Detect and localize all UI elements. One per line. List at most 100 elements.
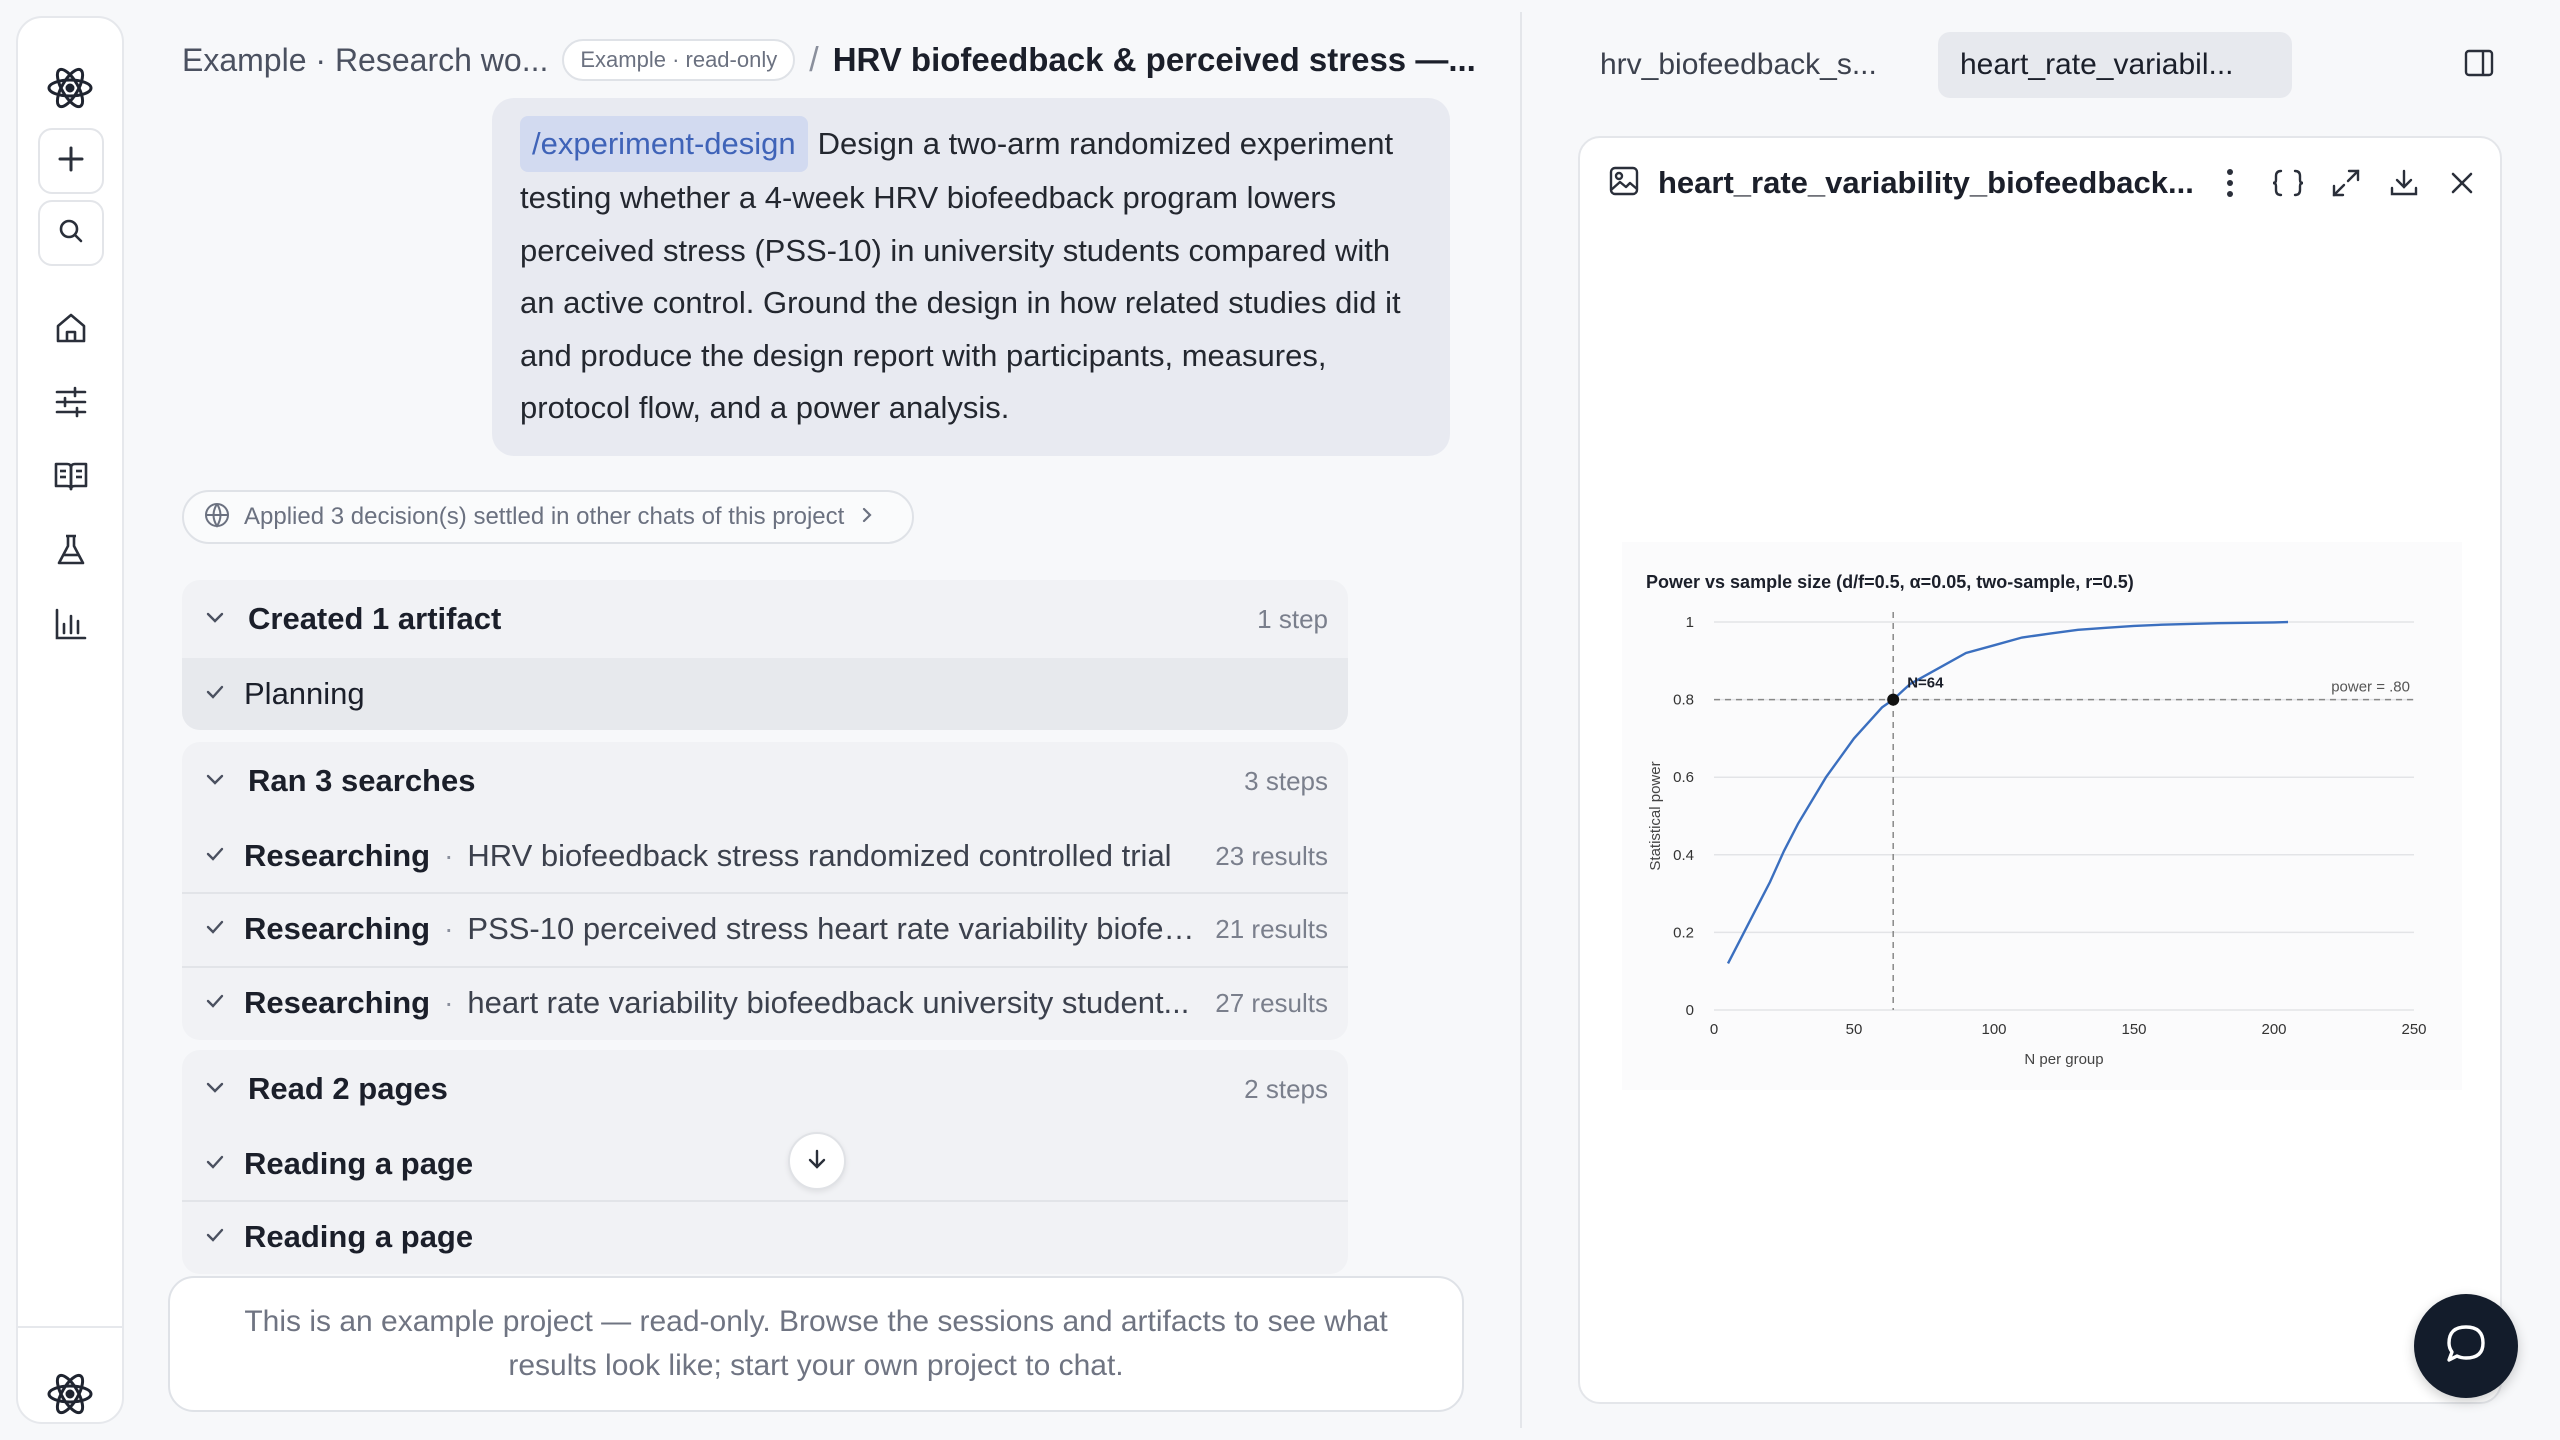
check-icon [204, 681, 226, 708]
download-icon[interactable] [2386, 165, 2422, 201]
search-query: heart rate variability biofeedback unive… [467, 985, 1190, 1020]
separator-dot: · [444, 913, 454, 944]
sidebar-panel-icon [2463, 47, 2495, 84]
step-count: 1 step [1257, 603, 1328, 634]
step-label: Researching [244, 911, 431, 946]
more-vertical-icon[interactable] [2212, 165, 2248, 201]
chart-title: Power vs sample size (d/f=0.5, α=0.05, t… [1646, 572, 2134, 592]
panel-toggle-button[interactable] [2452, 38, 2506, 92]
step-count: 3 steps [1244, 765, 1328, 796]
result-count: 21 results [1215, 913, 1328, 944]
expand-icon[interactable] [2328, 165, 2364, 201]
tab-heart-rate-variability[interactable]: heart_rate_variabil... [1938, 32, 2292, 98]
y-tick-label: 0.2 [1673, 924, 1694, 941]
step-group-title: Read 2 pages [248, 1071, 448, 1106]
step-group-header[interactable]: Ran 3 searches 3 steps [182, 742, 1348, 820]
artifact-header: heart_rate_variability_biofeedback... [1580, 138, 2500, 228]
sliders-icon [53, 384, 89, 425]
breadcrumb: Example · Research wo... Example · read-… [182, 36, 1476, 84]
step-group-title: Created 1 artifact [248, 601, 502, 636]
bar-chart-icon [53, 606, 89, 647]
step-row[interactable]: Planning [182, 658, 1348, 730]
read-only-badge: Example · read-only [562, 39, 796, 81]
separator-dot: · [444, 840, 454, 871]
search-step-row[interactable]: Researching · heart rate variability bio… [182, 966, 1348, 1038]
globe-icon [204, 502, 230, 533]
read-only-notice-text: This is an example project — read-only. … [244, 1305, 1388, 1382]
check-icon [204, 916, 226, 943]
step-group-header[interactable]: Created 1 artifact 1 step [182, 580, 1348, 658]
user-message: /experiment-design Design a two-arm rando… [492, 98, 1450, 456]
x-tick-label: 100 [1981, 1021, 2006, 1038]
applied-decisions-chip[interactable]: Applied 3 decision(s) settled in other c… [182, 490, 914, 544]
sample-size-marker [1887, 693, 1900, 706]
tab-hrv-biofeedback[interactable]: hrv_biofeedback_s... [1578, 32, 1899, 98]
step-count: 2 steps [1244, 1073, 1328, 1104]
check-icon [204, 843, 226, 870]
y-tick-label: 1 [1686, 614, 1694, 631]
read-step-row[interactable]: Reading a page [182, 1128, 1348, 1200]
separator-dot: · [444, 987, 454, 1018]
read-only-notice: This is an example project — read-only. … [168, 1276, 1464, 1412]
command-chip: /experiment-design [520, 116, 808, 172]
result-count: 27 results [1215, 987, 1328, 1018]
flask-icon [53, 532, 89, 573]
x-tick-label: 150 [2121, 1021, 2146, 1038]
nav-experiments[interactable] [38, 522, 104, 582]
nav-library[interactable] [38, 448, 104, 508]
search-query: HRV biofeedback stress randomized contro… [467, 838, 1172, 873]
sidebar-divider [18, 1326, 122, 1328]
image-icon [1608, 165, 1640, 202]
code-braces-icon[interactable] [2270, 165, 2306, 201]
check-icon [204, 1224, 226, 1251]
chevron-down-icon [204, 768, 226, 795]
artifact-title: heart_rate_variability_biofeedback... [1658, 165, 2194, 200]
nav-settings[interactable] [38, 374, 104, 434]
breadcrumb-project[interactable]: Example · Research wo... [182, 42, 548, 79]
sidebar [16, 16, 124, 1424]
x-tick-label: 0 [1710, 1021, 1718, 1038]
chevron-right-icon [858, 506, 876, 529]
search-step-row[interactable]: Researching · HRV biofeedback stress ran… [182, 820, 1348, 892]
y-tick-label: 0.4 [1673, 847, 1694, 864]
chevron-down-icon [204, 606, 226, 633]
search-button[interactable] [38, 200, 104, 266]
breadcrumb-separator: / [809, 40, 819, 79]
close-icon[interactable] [2444, 165, 2480, 201]
step-label: Reading a page [244, 1146, 474, 1181]
book-icon [53, 458, 89, 499]
y-tick-label: 0.8 [1673, 692, 1694, 709]
applied-decisions-text: Applied 3 decision(s) settled in other c… [244, 503, 845, 530]
pane-divider[interactable] [1520, 12, 1522, 1428]
artifact-card: heart_rate_variability_biofeedback... Po… [1578, 136, 2502, 1404]
user-message-text: /experiment-design Design a two-arm rando… [520, 116, 1422, 435]
step-label: Researching [244, 985, 431, 1020]
x-tick-label: 200 [2261, 1021, 2286, 1038]
home-icon [53, 310, 89, 351]
read-step-row[interactable]: Reading a page [182, 1200, 1348, 1272]
x-axis-label: N per group [2024, 1051, 2103, 1068]
check-icon [204, 1151, 226, 1178]
y-tick-label: 0 [1686, 1002, 1694, 1019]
nav-home[interactable] [38, 300, 104, 360]
atom-icon[interactable] [18, 1354, 122, 1434]
marker-label: N=64 [1907, 675, 1944, 692]
step-group-header[interactable]: Read 2 pages 2 steps [182, 1050, 1348, 1128]
power-chart: Power vs sample size (d/f=0.5, α=0.05, t… [1646, 572, 2427, 1068]
search-step-row[interactable]: Researching · PSS-10 perceived stress he… [182, 892, 1348, 964]
result-count: 23 results [1215, 840, 1328, 871]
x-tick-label: 50 [1846, 1021, 1863, 1038]
search-query: PSS-10 perceived stress heart rate varia… [467, 911, 1198, 946]
atom-icon[interactable] [18, 50, 122, 126]
step-label: Researching [244, 838, 431, 873]
chat-fab-button[interactable] [2414, 1294, 2518, 1398]
step-label: Planning [244, 676, 365, 711]
chevron-down-icon [204, 1076, 226, 1103]
nav-analytics[interactable] [38, 596, 104, 656]
page-title: HRV biofeedback & perceived stress —... [832, 41, 1476, 78]
new-chat-button[interactable] [38, 128, 104, 194]
arrow-down-icon [805, 1147, 829, 1176]
check-icon [204, 990, 226, 1017]
scroll-to-bottom-button[interactable] [788, 1132, 846, 1190]
step-group-searches: Ran 3 searches 3 steps Researching · HRV… [182, 742, 1348, 1040]
